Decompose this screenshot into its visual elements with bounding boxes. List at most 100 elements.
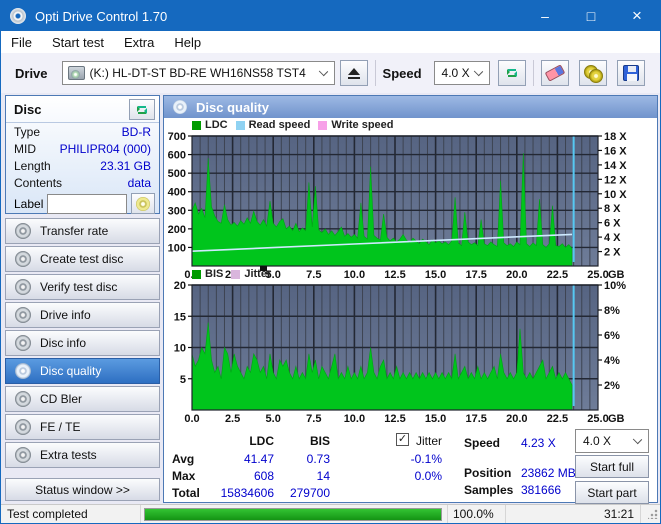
cd-icon (15, 279, 31, 295)
toolbar-speed-value: 4.0 X (442, 66, 470, 80)
minimize-button[interactable]: – (522, 1, 568, 31)
disc-label-input[interactable] (47, 194, 127, 214)
close-button[interactable]: × (614, 1, 660, 31)
sidebar-item-extra-tests[interactable]: Extra tests (5, 442, 160, 468)
resize-grip[interactable] (648, 509, 658, 519)
bis-col-header: BIS (280, 434, 330, 448)
status-text: Test completed (7, 507, 88, 521)
app-disc-icon (10, 8, 26, 24)
max-row-label: Max (172, 469, 195, 483)
chevron-down-icon (318, 67, 327, 76)
disc-label-button[interactable] (131, 193, 155, 214)
eject-icon (348, 68, 360, 79)
window-title: Opti Drive Control 1.70 (35, 9, 167, 24)
svg-text:10: 10 (174, 343, 186, 355)
batch-test-button[interactable] (579, 60, 607, 86)
cd-icon (15, 307, 31, 323)
cd-icon (15, 447, 31, 463)
refresh-speed-button[interactable] (498, 60, 526, 86)
erase-disc-button[interactable] (541, 60, 569, 86)
maximize-button[interactable]: □ (568, 1, 614, 31)
test-speed-select[interactable]: 4.0 X (575, 429, 649, 453)
sidebar-item-disc-info[interactable]: Disc info (5, 330, 160, 356)
toolbar-speed-select[interactable]: 4.0 X (434, 61, 490, 85)
total-bis-value: 279700 (280, 486, 330, 500)
toolbar-separator (533, 60, 534, 86)
eject-button[interactable] (340, 60, 368, 86)
disc-panel-title: Disc (14, 102, 41, 117)
svg-text:4 X: 4 X (604, 232, 621, 244)
toolbar: Drive (K:) HL-DT-ST BD-RE WH16NS58 TST4 … (1, 53, 660, 93)
sidebar-item-label: Drive info (40, 308, 91, 322)
menu-start-test[interactable]: Start test (42, 31, 114, 53)
sidebar-item-create-test-disc[interactable]: Create test disc (5, 246, 160, 272)
bis-jitter-chart: 201510510%8%6%4%2%0.02.55.07.510.012.515… (164, 279, 659, 427)
svg-text:700: 700 (168, 131, 186, 143)
sidebar-item-drive-info[interactable]: Drive info (5, 302, 160, 328)
menu-file[interactable]: File (1, 31, 42, 53)
sidebar-item-verify-test-disc[interactable]: Verify test disc (5, 274, 160, 300)
cd-icon (173, 100, 187, 114)
sidebar-item-label: Disc info (40, 336, 86, 350)
status-window-button[interactable]: Status window >> (5, 478, 160, 501)
save-icon (623, 65, 639, 81)
panel-header: Disc quality (164, 96, 657, 118)
progress-cell (141, 505, 448, 523)
cd-icon (15, 251, 31, 267)
avg-row-label: Avg (172, 452, 194, 466)
toolbar-separator (375, 60, 376, 86)
start-part-button[interactable]: Start part (575, 481, 649, 504)
svg-text:2%: 2% (604, 380, 620, 392)
sidebar-item-transfer-rate[interactable]: Transfer rate (5, 218, 160, 244)
drive-select[interactable]: (K:) HL-DT-ST BD-RE WH16NS58 TST4 (62, 61, 335, 85)
cd-icon (15, 363, 31, 379)
sidebar-item-label: Extra tests (40, 448, 97, 462)
save-button[interactable] (617, 60, 645, 86)
sidebar-item-fe-te[interactable]: FE / TE (5, 414, 160, 440)
svg-text:100: 100 (168, 242, 186, 254)
legend-marker (260, 266, 267, 271)
svg-text:15: 15 (174, 311, 186, 323)
disc-type-label: Type (14, 124, 40, 140)
titlebar: Opti Drive Control 1.70 – □ × (1, 1, 660, 31)
jitter-checkbox[interactable]: ✓ (396, 433, 409, 446)
svg-text:12 X: 12 X (604, 174, 627, 186)
eraser-icon (544, 64, 565, 81)
test-speed-value: 4.0 X (583, 434, 611, 448)
svg-text:12.5: 12.5 (384, 413, 405, 425)
speed-info-value: 4.23 X (521, 436, 556, 450)
svg-text:10 X: 10 X (604, 189, 627, 201)
jitter-checkbox-label: Jitter (416, 434, 442, 448)
ldc-speed-chart: 70060050040030020010018 X16 X14 X12 X10 … (164, 130, 659, 282)
sidebar-item-disc-quality[interactable]: Disc quality (5, 358, 160, 384)
disc-mid-row: MID PHILIPR04 (000) (6, 140, 159, 157)
svg-text:20.0: 20.0 (506, 413, 527, 425)
legend-swatch (192, 270, 201, 279)
disc-type-row: Type BD-R (6, 123, 159, 140)
svg-text:2 X: 2 X (604, 247, 621, 259)
menu-help[interactable]: Help (164, 31, 211, 53)
svg-text:5: 5 (180, 374, 186, 386)
elapsed-time: 31:21 (604, 507, 634, 521)
refresh-disc-button[interactable] (129, 99, 155, 120)
disc-contents-label: Contents (14, 175, 62, 191)
svg-text:14 X: 14 X (604, 160, 627, 172)
start-full-button[interactable]: Start full (575, 455, 649, 478)
drive-select-value: (K:) HL-DT-ST BD-RE WH16NS58 TST4 (90, 66, 306, 80)
svg-text:25.0: 25.0 (587, 413, 608, 425)
max-ldc-value: 608 (204, 469, 274, 483)
svg-text:5.0: 5.0 (266, 413, 281, 425)
disc-label-label: Label (14, 197, 43, 211)
elapsed-time-cell: 31:21 (506, 505, 641, 523)
sidebar-item-label: CD Bler (40, 392, 82, 406)
progress-percent: 100.0% (453, 507, 494, 521)
svg-text:8 X: 8 X (604, 203, 621, 215)
sidebar-item-cd-bler[interactable]: CD Bler (5, 386, 160, 412)
chevron-down-icon (633, 435, 642, 444)
cd-icon (136, 197, 150, 211)
svg-text:6%: 6% (604, 330, 620, 342)
sidebar-item-label: FE / TE (40, 420, 80, 434)
menu-extra[interactable]: Extra (114, 31, 164, 53)
cd-icon (15, 391, 31, 407)
refresh-icon (504, 65, 520, 81)
